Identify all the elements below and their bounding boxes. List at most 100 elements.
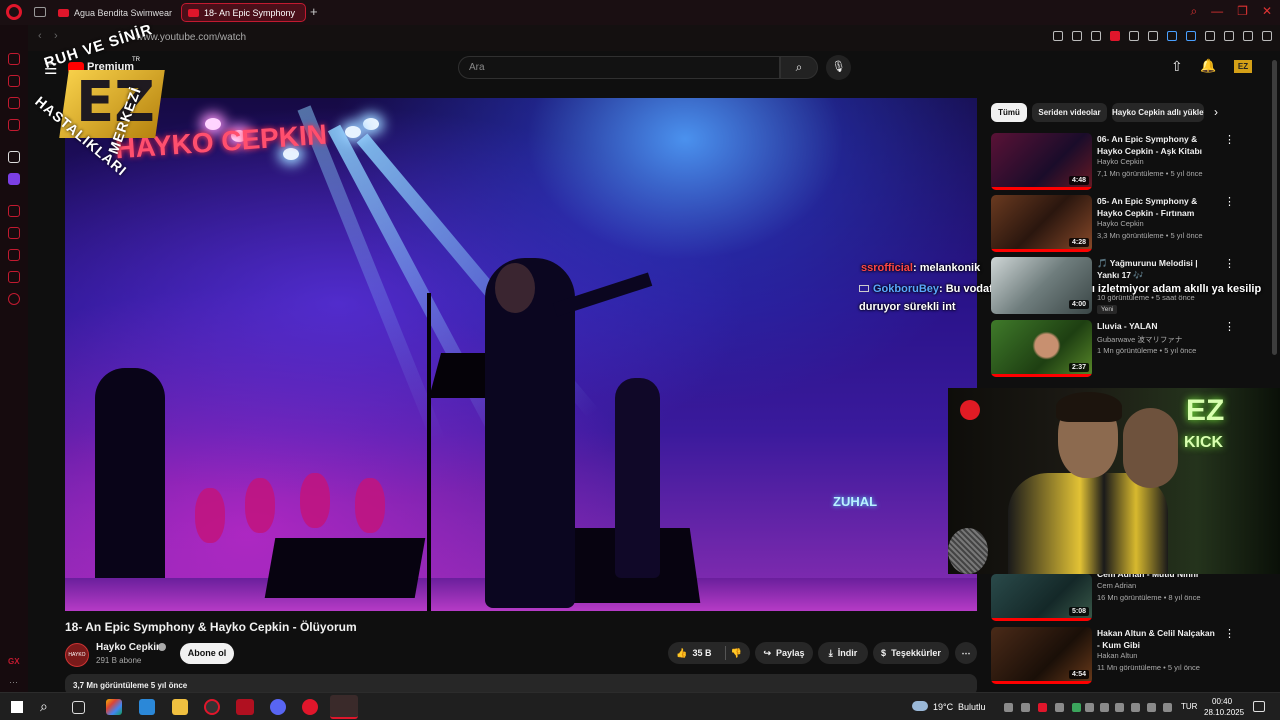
workspace-icon[interactable] [34,7,46,17]
chip-all[interactable]: Tümü [991,103,1027,122]
tray-icon[interactable] [1055,703,1064,712]
opera-gx-icon[interactable] [204,699,220,715]
search-button[interactable]: ⌕ [780,56,818,79]
sidebar-music-icon[interactable] [8,151,20,163]
kebab-menu-icon[interactable]: ⋮ [1224,133,1235,146]
sidebar-extensions-icon[interactable] [8,271,20,283]
scrollbar[interactable] [1272,60,1277,355]
language-indicator[interactable]: TUR [1181,702,1197,711]
search-input[interactable]: Ara [458,56,780,79]
heart-icon[interactable] [1148,31,1158,41]
download-icon[interactable] [1243,31,1253,41]
screenshot-icon[interactable] [1091,31,1101,41]
tray-icon[interactable] [1038,703,1047,712]
video-thumbnail[interactable]: 4:28 [991,195,1092,252]
kebab-menu-icon[interactable]: ⋮ [1224,320,1235,333]
refresh-icon[interactable] [1224,31,1234,41]
like-button[interactable]: 👍 35 B 👎 [668,642,750,664]
sidebar-history-icon[interactable] [8,205,20,217]
notifications-bell-icon[interactable]: 🔔 [1200,58,1216,74]
active-app-icon[interactable] [330,695,358,719]
recommended-video[interactable]: 4:54 Hakan Altun & Celil Nalçakan - Kum … [991,627,1271,685]
voice-search-button[interactable]: 🎙 [826,55,851,80]
gx-icon[interactable]: GX [8,657,20,666]
forward-icon[interactable]: › [54,30,58,42]
recommended-video[interactable]: 4:00 🎵 Yağmurunu Melodisi | Yankı 17 🎶 1… [991,257,1271,315]
video-thumbnail[interactable]: 5:08 [991,574,1092,621]
opera-icon[interactable] [302,699,318,715]
copilot-icon[interactable] [106,699,122,715]
weather-temp[interactable]: 19°C [933,702,953,712]
chip-uploader[interactable]: Hayko Cepkin adlı yükleyiciden [1112,103,1204,122]
pin-icon[interactable] [1072,31,1082,41]
file-explorer-icon[interactable] [172,699,188,715]
search-icon[interactable]: ⌕ [1190,4,1197,19]
kebab-menu-icon[interactable]: ⋮ [1224,257,1235,270]
video-thumbnail[interactable]: 4:54 [991,627,1092,684]
download-button[interactable]: ⤓ İndir [818,642,868,664]
tray-icon[interactable] [1021,703,1030,712]
kebab-menu-icon[interactable]: ⋮ [1224,195,1235,208]
zoom-icon[interactable] [1053,31,1063,41]
sidebar-news-icon[interactable] [8,119,20,131]
discord-icon[interactable] [270,699,286,715]
more-icon[interactable]: ⋯ [9,677,18,688]
voicemeeter-icon[interactable] [236,699,254,715]
video-player[interactable]: HAYKO CEPKIN ZUHAL [65,98,977,611]
windows-start-icon[interactable] [10,700,23,713]
sidebar-bag-icon[interactable] [8,75,20,87]
puzzle-icon[interactable] [1205,31,1215,41]
sidebar-messenger-icon[interactable] [8,97,20,109]
sidebar-clock-icon[interactable] [8,249,20,261]
tray-icon[interactable] [1004,703,1013,712]
thanks-button[interactable]: $ Teşekkürler [873,642,949,664]
menu-icon[interactable] [1262,31,1272,41]
weather-condition[interactable]: Bulutlu [958,702,986,712]
share-button[interactable]: ↪ Paylaş [755,642,813,664]
sidebar-settings-icon[interactable] [8,293,20,305]
notification-icon[interactable] [1253,701,1265,712]
channel-avatar[interactable]: HAYKO [65,643,89,667]
task-view-icon[interactable] [72,701,85,714]
translate-icon[interactable] [1186,31,1196,41]
maximize-icon[interactable]: ❐ [1237,4,1248,19]
sidebar-twitch-icon[interactable] [8,173,20,185]
video-thumbnail[interactable]: 2:37 [991,320,1092,377]
audio-icon[interactable] [1167,31,1177,41]
network-icon[interactable] [1131,703,1140,712]
recommended-video[interactable]: 2:37 Lluvia - YALAN Gubarwave 波マリファナ 1 M… [991,320,1271,378]
new-tab-button[interactable]: + [310,4,318,19]
minimize-icon[interactable]: — [1211,4,1223,19]
upload-icon[interactable]: ⇧ [1171,58,1183,75]
sidebar-home-icon[interactable] [8,53,20,65]
volume-icon[interactable] [1147,703,1156,712]
search-icon[interactable]: ⌕ [40,698,48,715]
chip-series[interactable]: Seriden videolar [1032,103,1107,122]
tray-icon[interactable] [1085,703,1094,712]
tray-icon[interactable] [1072,703,1081,712]
battery-icon[interactable] [1163,703,1172,712]
close-icon[interactable]: ✕ [1262,4,1272,19]
browser-tab[interactable]: Agua Bendita Swimwear | [52,3,172,22]
adblock-icon[interactable] [1110,31,1120,41]
avatar[interactable]: EZ [1234,60,1252,73]
recommended-video[interactable]: 4:28 05- An Epic Symphony & Hayko Cepkin… [991,195,1271,253]
opera-logo-icon[interactable] [6,4,22,20]
chevron-right-icon[interactable]: › [1214,105,1218,119]
back-icon[interactable]: ‹ [38,30,42,42]
play-icon[interactable] [1129,31,1139,41]
recommended-video[interactable]: 4:48 06- An Epic Symphony & Hayko Cepkin… [991,133,1271,191]
thumbs-down-icon[interactable]: 👎 [731,648,742,659]
clock-date[interactable]: 28.10.2025 [1204,708,1244,717]
browser-tab-active[interactable]: 18- An Epic Symphony [181,3,306,22]
tray-icon[interactable] [1100,703,1109,712]
sidebar-bookmark-icon[interactable] [8,227,20,239]
subscribe-button[interactable]: Abone ol [180,643,234,664]
microphone-icon[interactable] [1115,703,1124,712]
video-thumbnail[interactable]: 4:48 [991,133,1092,190]
channel-name[interactable]: Hayko Cepkin [96,642,162,653]
kebab-menu-icon[interactable]: ⋮ [1224,627,1235,640]
video-thumbnail[interactable]: 4:00 [991,257,1092,314]
clock-time[interactable]: 00:40 [1212,697,1232,706]
more-actions-button[interactable]: ⋯ [955,642,977,664]
